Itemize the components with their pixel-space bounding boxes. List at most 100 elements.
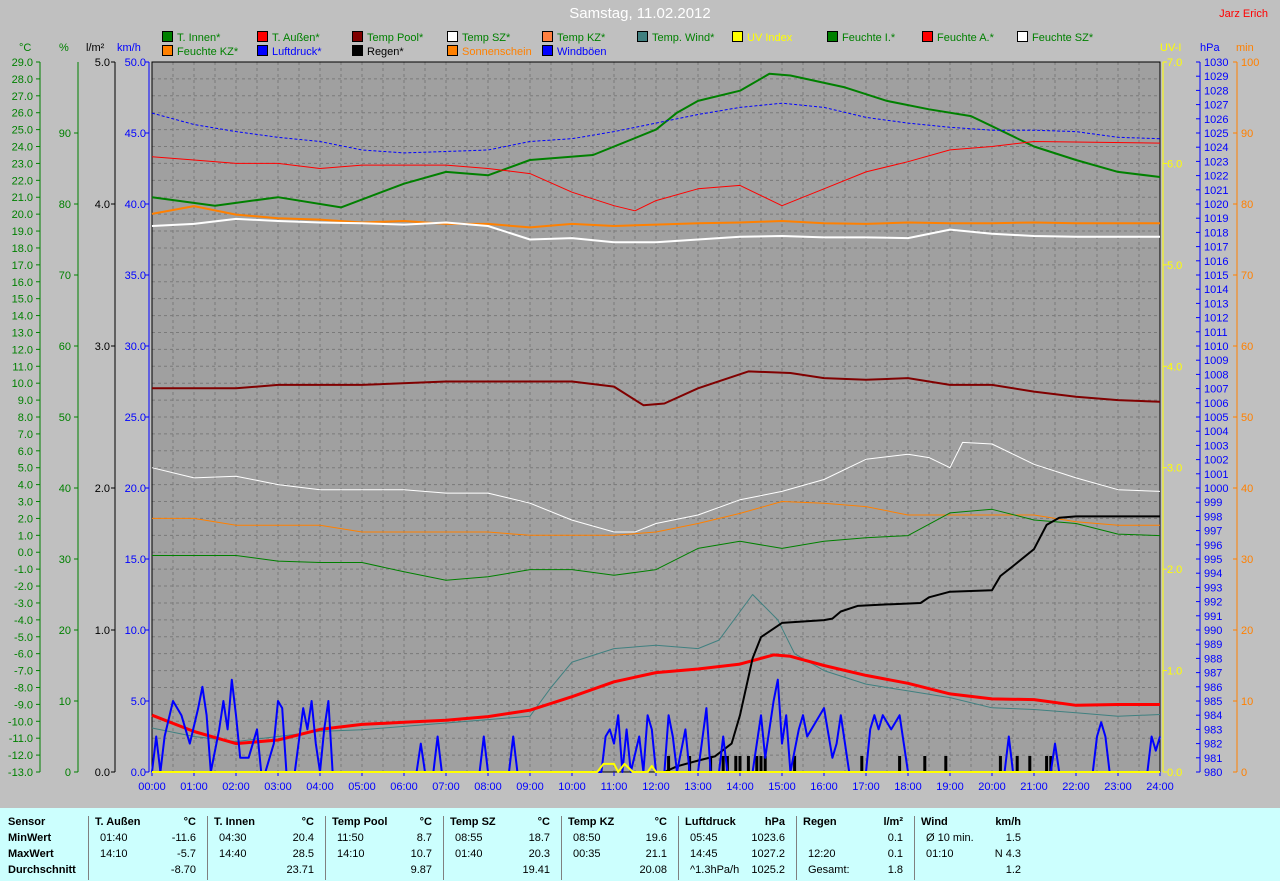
temp-axis-label: 20.0 [12, 209, 33, 221]
stats-separator [796, 816, 797, 880]
temp-axis-label: 22.0 [12, 175, 33, 187]
pressure-axis-label: 999 [1204, 497, 1222, 509]
stats-row-label: Sensor [8, 816, 46, 828]
wind-axis-label: 35.0 [125, 270, 146, 282]
uv-axis-label: 6.0 [1167, 158, 1182, 170]
pressure-axis-label: 1001 [1204, 469, 1228, 481]
pressure-axis-label: 986 [1204, 682, 1222, 694]
stats-time: 00:35 [573, 848, 601, 860]
humidity-axis-label: 10 [59, 696, 71, 708]
pressure-axis-label: 992 [1204, 597, 1222, 609]
temp-axis-label: -10.0 [8, 716, 33, 728]
x-axis-label: 05:00 [348, 781, 376, 793]
pressure-axis-label: 1020 [1204, 199, 1228, 211]
stats-block-title: Wind [921, 816, 948, 828]
pressure-axis-label: 982 [1204, 739, 1222, 751]
temp-axis-label: 3.0 [18, 497, 33, 509]
stats-time: 14:45 [690, 848, 718, 860]
temp-axis-label: 24.0 [12, 142, 33, 154]
stats-row-label: MaxWert [8, 848, 54, 860]
temp-axis-label: 5.0 [18, 463, 33, 475]
rain-axis-label: 5.0 [95, 57, 110, 69]
x-axis-label: 24:00 [1146, 781, 1174, 793]
stats-value: 20.3 [528, 848, 550, 860]
stats-value: 1.2 [1005, 864, 1021, 876]
stats-time: 14:40 [219, 848, 247, 860]
x-axis-label: 06:00 [390, 781, 418, 793]
stats-block-title: Temp KZ [568, 816, 615, 828]
pressure-axis-label: 1009 [1204, 355, 1228, 367]
sun-axis-label: 70 [1241, 270, 1253, 282]
humidity-axis-label: 80 [59, 199, 71, 211]
pressure-axis-label: 1007 [1204, 384, 1228, 396]
humidity-axis-label: 30 [59, 554, 71, 566]
wind-axis-label: 10.0 [125, 625, 146, 637]
pressure-axis-label: 1016 [1204, 256, 1228, 268]
stats-separator [914, 816, 915, 880]
rain-bar [944, 756, 948, 772]
rain-bar [738, 756, 742, 772]
x-axis-label: 04:00 [306, 781, 334, 793]
x-axis-label: 03:00 [264, 781, 292, 793]
stats-time: 05:45 [690, 832, 718, 844]
x-axis-label: 10:00 [558, 781, 586, 793]
uv-axis-label: 1.0 [1167, 666, 1182, 678]
stats-separator [207, 816, 208, 880]
uv-axis-label: 3.0 [1167, 463, 1182, 475]
pressure-axis-label: 1023 [1204, 156, 1228, 168]
stats-value: -5.7 [177, 848, 196, 860]
pressure-axis-label: 1029 [1204, 71, 1228, 83]
pressure-axis-label: 1015 [1204, 270, 1228, 282]
pressure-axis-label: 983 [1204, 724, 1222, 736]
temp-axis-label: 19.0 [12, 226, 33, 238]
stats-separator [88, 816, 89, 880]
temp-axis-label: 15.0 [12, 294, 33, 306]
stats-value: 21.1 [645, 848, 667, 860]
temp-axis-label: 14.0 [12, 311, 33, 323]
wind-axis-label: 50.0 [125, 57, 146, 69]
x-axis-label: 09:00 [516, 781, 544, 793]
stats-value: 8.7 [416, 832, 432, 844]
rain-bar [860, 756, 864, 772]
stats-block-title: Temp Pool [332, 816, 388, 828]
pressure-axis-label: 981 [1204, 753, 1222, 765]
uv-axis-label: 2.0 [1167, 564, 1182, 576]
sun-axis-label: 10 [1241, 696, 1253, 708]
rain-bar [1028, 756, 1032, 772]
sun-axis-label: 90 [1241, 128, 1253, 140]
temp-axis-label: 12.0 [12, 344, 33, 356]
humidity-axis-label: 0 [65, 767, 71, 779]
x-axis-label: 17:00 [852, 781, 880, 793]
pressure-axis-label: 1017 [1204, 242, 1228, 254]
rain-bar [1045, 756, 1049, 772]
pressure-axis-label: 995 [1204, 554, 1222, 566]
rain-axis-label: 0.0 [95, 767, 110, 779]
temp-axis-label: 13.0 [12, 327, 33, 339]
x-axis-label: 07:00 [432, 781, 460, 793]
humidity-axis-label: 90 [59, 128, 71, 140]
sun-axis-label: 0 [1241, 767, 1247, 779]
wind-axis-label: 15.0 [125, 554, 146, 566]
x-axis-label: 16:00 [810, 781, 838, 793]
stats-time: 01:40 [100, 832, 128, 844]
sun-axis-label: 100 [1241, 57, 1259, 69]
temp-axis-label: -6.0 [14, 649, 33, 661]
wind-axis-label: 30.0 [125, 341, 146, 353]
x-axis-label: 23:00 [1104, 781, 1132, 793]
rain-axis-label: 3.0 [95, 341, 110, 353]
humidity-axis-label: 20 [59, 625, 71, 637]
pressure-axis-label: 1013 [1204, 298, 1228, 310]
temp-axis-label: -7.0 [14, 666, 33, 678]
temp-axis-label: -13.0 [8, 767, 33, 779]
wind-axis-label: 40.0 [125, 199, 146, 211]
pressure-axis-label: 991 [1204, 611, 1222, 623]
temp-axis-label: 26.0 [12, 108, 33, 120]
uv-axis-label: 0.0 [1167, 767, 1182, 779]
pressure-axis-label: 980 [1204, 767, 1222, 779]
x-axis-label: 08:00 [474, 781, 502, 793]
rain-bar [755, 756, 759, 772]
temp-axis-label: -5.0 [14, 632, 33, 644]
uv-axis-label: 7.0 [1167, 57, 1182, 69]
pressure-axis-label: 1000 [1204, 483, 1228, 495]
stats-block-title: Regen [803, 816, 837, 828]
